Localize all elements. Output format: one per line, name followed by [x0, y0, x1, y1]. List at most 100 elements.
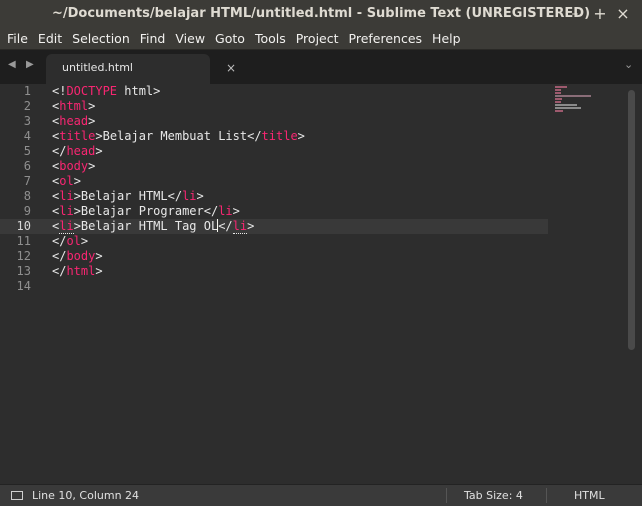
line-number: 7 [23, 174, 31, 188]
tag-bracket: </ [52, 234, 67, 248]
text-content: Belajar Programer [80, 204, 204, 218]
tag-bracket: > [95, 144, 103, 158]
minimap-line [555, 92, 561, 94]
minimap-line [555, 110, 563, 112]
previous-file-arrow-icon[interactable]: ◀ [8, 59, 16, 70]
minimap[interactable] [555, 86, 615, 112]
tab-close-icon[interactable]: × [226, 61, 236, 75]
line-number: 3 [23, 114, 31, 128]
vertical-scrollbar-thumb[interactable] [628, 90, 635, 350]
tag-bracket: > [95, 264, 103, 278]
code-line[interactable]: </html> [52, 264, 103, 279]
code-editor[interactable]: 1 2 3 4 5 6 7 8 9 10 11 12 13 14 <!DOCTYPE html> <html… [0, 84, 642, 487]
status-divider [446, 488, 447, 503]
minimap-line [555, 101, 561, 103]
code-line[interactable]: </head> [52, 144, 103, 159]
tag-bracket: <! [52, 84, 67, 98]
code-line[interactable]: <li>Belajar HTML Tag OL</li> [52, 219, 254, 234]
text-content: Belajar HTML [80, 189, 168, 203]
tag-bracket: > [88, 99, 96, 113]
line-number: 5 [23, 144, 31, 158]
tag-bracket: > [88, 114, 96, 128]
tab-bar: ◀ ▶ untitled.html × ⌄ [0, 50, 642, 84]
tag-name: body [66, 249, 96, 263]
tag-name: li [182, 189, 197, 203]
minimap-line [555, 86, 567, 88]
status-divider [546, 488, 547, 503]
menu-find[interactable]: Find [135, 29, 171, 49]
code-line[interactable]: <li>Belajar HTML</li> [52, 189, 204, 204]
code-line[interactable]: </body> [52, 249, 103, 264]
line-number: 1 [23, 84, 31, 98]
tag-name: ol [59, 174, 74, 188]
tag-name: li [59, 204, 74, 218]
syntax-selector[interactable]: HTML [574, 489, 605, 502]
title-bar: ~/Documents/belajar HTML/untitled.html -… [0, 0, 642, 28]
tag-bracket: > [73, 219, 81, 233]
code-line[interactable]: <html> [52, 99, 95, 114]
tag-name: title [59, 129, 96, 143]
line-number: 14 [16, 279, 31, 293]
minimap-line [555, 95, 591, 97]
tag-name: html [66, 264, 96, 278]
code-line[interactable]: <li>Belajar Programer</li> [52, 204, 240, 219]
tag-bracket: </ [218, 219, 233, 233]
tag-bracket: > [196, 189, 204, 203]
line-number-gutter: 1 2 3 4 5 6 7 8 9 10 11 12 13 14 [0, 84, 40, 487]
line-number: 2 [23, 99, 31, 113]
tag-name: head [66, 144, 96, 158]
line-number: 8 [23, 189, 31, 203]
menu-goto[interactable]: Goto [210, 29, 250, 49]
code-line[interactable]: <title>Belajar Membuat List</title> [52, 129, 305, 144]
minimap-line [555, 98, 562, 100]
menu-help[interactable]: Help [427, 29, 466, 49]
tag-bracket: > [95, 249, 103, 263]
text-content: html> [117, 84, 161, 98]
line-number: 11 [16, 234, 31, 248]
menu-bar: File Edit Selection Find View Goto Tools… [0, 28, 642, 50]
minimize-button[interactable]: – [564, 0, 586, 28]
tag-bracket: </ [247, 129, 262, 143]
line-number: 9 [23, 204, 31, 218]
tab-size-selector[interactable]: Tab Size: 4 [464, 489, 523, 502]
tag-name: title [261, 129, 298, 143]
tag-bracket: </ [203, 204, 219, 218]
menu-selection[interactable]: Selection [67, 29, 135, 49]
code-line[interactable]: <head> [52, 114, 95, 129]
tag-bracket: > [73, 204, 81, 218]
line-number: 6 [23, 159, 31, 173]
code-line[interactable]: <ol> [52, 174, 81, 189]
menu-preferences[interactable]: Preferences [344, 29, 428, 49]
tag-name: ol [66, 234, 81, 248]
menu-file[interactable]: File [2, 29, 33, 49]
panel-toggle-icon[interactable] [11, 491, 23, 500]
tag-bracket: > [73, 174, 81, 188]
tag-bracket: </ [52, 144, 67, 158]
tag-name: li [59, 219, 74, 234]
maximize-button[interactable]: + [589, 0, 611, 28]
cursor-position: Line 10, Column 24 [32, 489, 140, 502]
minimap-line [555, 89, 561, 91]
menu-project[interactable]: Project [291, 29, 344, 49]
line-number: 10 [16, 219, 31, 233]
tag-bracket: > [232, 204, 240, 218]
code-line[interactable]: </ol> [52, 234, 88, 249]
menu-edit[interactable]: Edit [33, 29, 67, 49]
close-window-button[interactable]: × [612, 0, 634, 28]
tag-bracket: > [73, 189, 81, 203]
code-line[interactable]: <!DOCTYPE html> [52, 84, 160, 99]
tag-name: DOCTYPE [66, 84, 118, 98]
tag-bracket: > [247, 219, 255, 233]
tag-bracket: > [297, 129, 305, 143]
status-bar: Line 10, Column 24 Tab Size: 4 HTML [0, 484, 642, 506]
menu-view[interactable]: View [170, 29, 210, 49]
code-line[interactable]: <body> [52, 159, 95, 174]
text-content: Belajar Membuat List [102, 129, 248, 143]
tab-untitled-html[interactable]: untitled.html × [46, 54, 236, 84]
tab-list-chevron-icon[interactable]: ⌄ [624, 58, 633, 71]
window-title: ~/Documents/belajar HTML/untitled.html -… [51, 6, 591, 21]
next-file-arrow-icon[interactable]: ▶ [26, 59, 34, 70]
line-number: 4 [23, 129, 31, 143]
tab-label: untitled.html [62, 61, 133, 74]
menu-tools[interactable]: Tools [250, 29, 291, 49]
